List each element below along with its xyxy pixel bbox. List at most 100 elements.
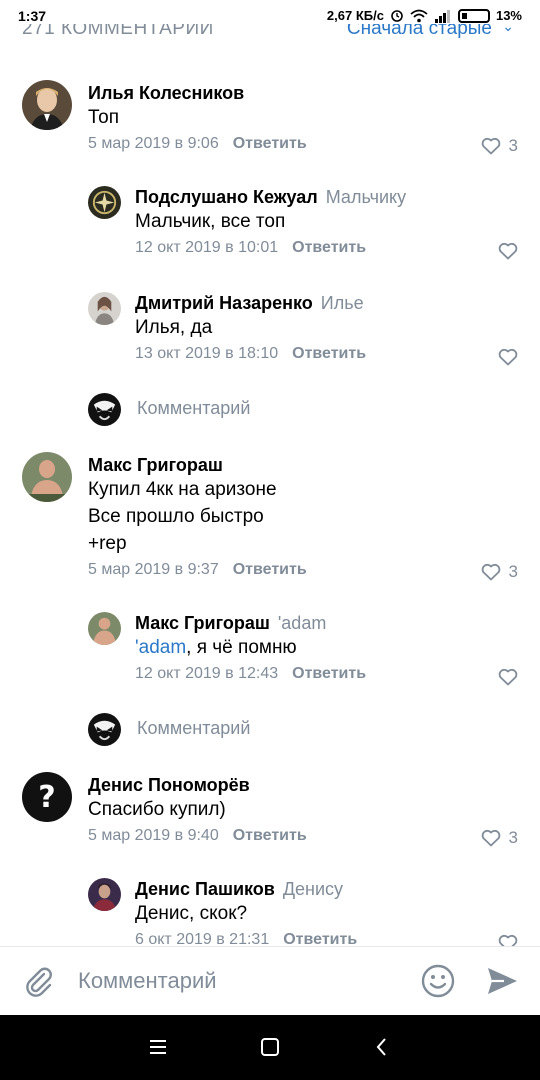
comment-date: 12 окт 2019 в 12:43 bbox=[135, 665, 279, 682]
avatar[interactable] bbox=[88, 878, 121, 911]
back-chevron-icon[interactable] bbox=[370, 1035, 394, 1059]
comment-body: Денис Пономорёв Спасибо купил) 5 мар 201… bbox=[88, 774, 518, 847]
avatar[interactable] bbox=[88, 612, 121, 645]
reply-button[interactable]: Ответить bbox=[233, 827, 307, 844]
author-line: Макс Григораш 'adam bbox=[135, 612, 518, 634]
svg-text:?: ? bbox=[38, 780, 55, 815]
like-button[interactable]: 3 bbox=[481, 136, 518, 156]
avatar[interactable] bbox=[22, 452, 72, 502]
status-right: 2,67 КБ/с 13% bbox=[327, 8, 522, 23]
comment-text: 'adam, я чё помню bbox=[135, 634, 518, 661]
reply-button[interactable]: Ответить bbox=[292, 239, 366, 256]
add-reply-row[interactable]: Комментарий bbox=[0, 712, 540, 748]
heart-icon bbox=[498, 242, 518, 260]
reply-maks: Макс Григораш'adam 'adam, я чё помню 12 … bbox=[0, 610, 540, 690]
comment-meta: 5 мар 2019 в 9:06 Ответить bbox=[88, 133, 518, 155]
comment-body: Макс Григораш'adam 'adam, я чё помню 12 … bbox=[135, 612, 518, 685]
comment-date: 12 окт 2019 в 10:01 bbox=[135, 239, 279, 256]
like-button[interactable]: 3 bbox=[481, 562, 518, 582]
reply-button[interactable]: Ответить bbox=[233, 135, 307, 152]
like-button[interactable] bbox=[498, 668, 518, 686]
mention-link[interactable]: 'adam bbox=[135, 637, 186, 658]
comments-header: 271 КОММЕНТАРИИ Сначала старые ⌄ bbox=[0, 24, 540, 42]
author-line: Подслушано Кежуал Мальчику bbox=[135, 186, 518, 208]
like-button[interactable] bbox=[498, 348, 518, 366]
comment-denis: ? Денис Пономорёв Спасибо купил) 5 мар 2… bbox=[0, 770, 540, 848]
send-icon[interactable] bbox=[484, 963, 520, 999]
comment-input[interactable] bbox=[78, 963, 398, 999]
comment-text: Мальчик, все топ bbox=[135, 211, 286, 232]
system-nav-bar bbox=[0, 1015, 540, 1080]
paperclip-icon[interactable] bbox=[22, 965, 56, 999]
add-comment-placeholder[interactable]: Комментарий bbox=[137, 398, 250, 419]
chevron-down-icon[interactable]: ⌄ bbox=[502, 24, 514, 35]
author-line: Денис Пашиков Денису bbox=[135, 878, 518, 900]
comment-date: 5 мар 2019 в 9:37 bbox=[88, 561, 219, 578]
avatar[interactable] bbox=[88, 186, 121, 219]
comment-text-line: +rep bbox=[88, 533, 127, 554]
avatar[interactable] bbox=[88, 292, 121, 325]
author-name[interactable]: Денис Пашиков bbox=[135, 879, 275, 899]
author-name[interactable]: Макс Григораш bbox=[88, 454, 518, 476]
like-button[interactable]: 3 bbox=[481, 828, 518, 848]
author-name[interactable]: Дмитрий Назаренко bbox=[135, 293, 313, 313]
author-name[interactable]: Денис Пономорёв bbox=[88, 774, 518, 796]
heart-icon bbox=[481, 563, 500, 581]
heart-icon bbox=[498, 348, 518, 366]
like-count: 3 bbox=[508, 562, 518, 581]
reply-to-name[interactable]: 'adam bbox=[278, 613, 326, 633]
like-button[interactable] bbox=[498, 242, 518, 260]
like-count: 3 bbox=[508, 828, 518, 847]
battery-percent: 13% bbox=[495, 8, 522, 23]
comment-body: Илья Колесников Топ 5 мар 2019 в 9:06 Отв… bbox=[88, 82, 518, 155]
comment-text: Денис, скок? bbox=[135, 903, 248, 924]
my-avatar bbox=[88, 393, 121, 426]
author-name[interactable]: Макс Григораш bbox=[135, 613, 270, 633]
comment-date: 5 мар 2019 в 9:40 bbox=[88, 827, 219, 844]
like-count: 3 bbox=[508, 136, 518, 155]
heart-icon bbox=[498, 668, 518, 686]
reply-podslushano: Подслушано Кежуал Мальчику Мальчик, все т… bbox=[0, 184, 540, 264]
comment-body: Дмитрий Назаренко Илье Илья, да 13 окт 20… bbox=[135, 292, 518, 365]
comment-text-line: Купил 4кк на аризоне bbox=[88, 479, 277, 500]
reply-button[interactable]: Ответить bbox=[292, 345, 366, 362]
reply-to-name[interactable]: Мальчику bbox=[326, 187, 406, 207]
heart-icon bbox=[481, 137, 500, 155]
comment-input-bar bbox=[0, 947, 540, 1015]
add-comment-placeholder[interactable]: Комментарий bbox=[137, 718, 250, 739]
reply-to-name[interactable]: Денису bbox=[283, 879, 343, 899]
avatar[interactable] bbox=[22, 80, 72, 130]
alarm-icon bbox=[391, 9, 403, 22]
comment-date: 5 мар 2019 в 9:06 bbox=[88, 135, 219, 152]
comment-meta: 5 мар 2019 в 9:37 Ответить bbox=[88, 559, 518, 581]
battery-icon bbox=[457, 8, 490, 23]
comment-meta: 5 мар 2019 в 9:40 Ответить bbox=[88, 825, 518, 847]
comments-count: 271 КОММЕНТАРИИ bbox=[22, 24, 214, 39]
menu-icon[interactable] bbox=[146, 1035, 170, 1059]
reply-button[interactable]: Ответить bbox=[292, 665, 366, 682]
reply-to-name[interactable]: Илье bbox=[321, 293, 364, 313]
author-name[interactable]: Илья Колесников bbox=[88, 82, 518, 104]
reply-button[interactable]: Ответить bbox=[233, 561, 307, 578]
add-reply-row[interactable]: Комментарий bbox=[0, 392, 540, 428]
comment-feed[interactable]: Илья Колесников Топ 5 мар 2019 в 9:06 Отв… bbox=[0, 42, 540, 948]
comment-meta: 12 окт 2019 в 10:01 Ответить bbox=[135, 237, 518, 259]
network-speed: 2,67 КБ/с bbox=[326, 8, 384, 23]
author-name[interactable]: Подслушано Кежуал bbox=[135, 187, 318, 207]
status-time: 1:37 bbox=[18, 8, 47, 24]
sort-order-button[interactable]: Сначала старые bbox=[347, 24, 492, 40]
comment-text-rest: , я чё помню bbox=[186, 637, 297, 658]
comment-maks: Макс Григораш Купил 4кк на аризоне Все п… bbox=[0, 450, 540, 582]
home-square-icon[interactable] bbox=[258, 1035, 282, 1059]
comment-text: Илья, да bbox=[135, 317, 213, 338]
avatar[interactable]: ? bbox=[22, 772, 72, 822]
comment-text: Спасибо купил) bbox=[88, 799, 226, 820]
author-line: Дмитрий Назаренко Илье bbox=[135, 292, 518, 314]
comment-body: Макс Григораш Купил 4кк на аризоне Все п… bbox=[88, 454, 518, 581]
comment-body: Подслушано Кежуал Мальчику Мальчик, все т… bbox=[135, 186, 518, 259]
comment-text-line: Все прошло быстро bbox=[88, 506, 264, 527]
smiley-icon[interactable] bbox=[420, 963, 456, 999]
wifi-icon bbox=[410, 9, 428, 22]
comment-body: Денис Пашиков Денису Денис, скок? 6 окт 2… bbox=[135, 878, 518, 948]
comment-meta: 13 окт 2019 в 18:10 Ответить bbox=[135, 343, 518, 365]
